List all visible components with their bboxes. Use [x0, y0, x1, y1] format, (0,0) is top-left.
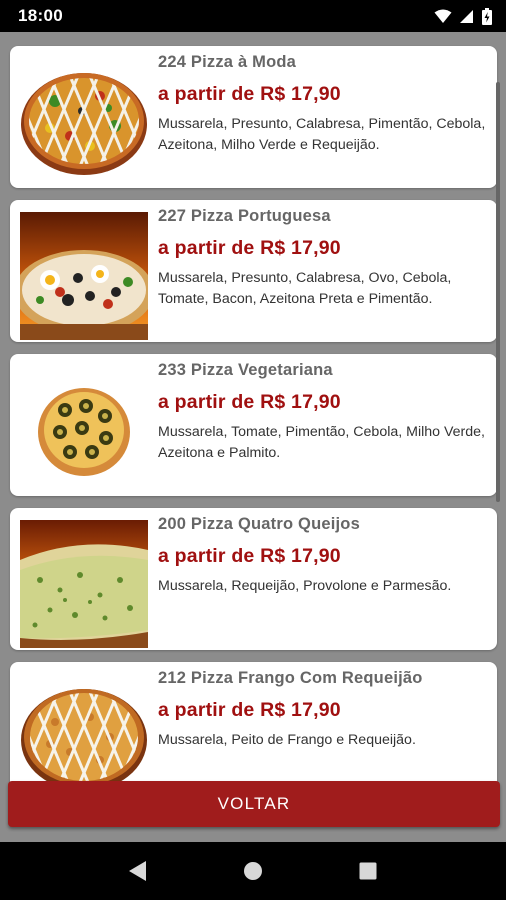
product-title: 233 Pizza Vegetariana	[158, 361, 333, 379]
product-price: a partir de R$ 17,90	[158, 237, 341, 259]
app-area: 224 Pizza à Moda a partir de R$ 17,90 Mu…	[0, 32, 506, 842]
product-description: Mussarela, Presunto, Calabresa, Pimentão…	[158, 116, 486, 153]
nav-recents-button[interactable]	[348, 851, 388, 891]
product-title: 200 Pizza Quatro Queijos	[158, 515, 360, 533]
circle-home-icon	[243, 862, 262, 880]
product-description: Mussarela, Tomate, Pimentão, Cebola, Mil…	[158, 424, 486, 461]
scrollbar[interactable]	[496, 82, 500, 502]
product-card[interactable]: 200 Pizza Quatro Queijos a partir de R$ …	[10, 508, 497, 650]
square-recents-icon	[359, 862, 377, 880]
product-title: 212 Pizza Frango Com Requeijão	[158, 669, 423, 687]
nav-back-button[interactable]	[118, 851, 158, 891]
wifi-icon	[434, 9, 452, 23]
product-price: a partir de R$ 17,90	[158, 391, 341, 413]
product-description: Mussarela, Peito de Frango e Requeijão.	[158, 732, 416, 748]
product-card[interactable]: 233 Pizza Vegetariana a partir de R$ 17,…	[10, 354, 497, 496]
product-description: Mussarela, Requeijão, Provolone e Parmes…	[158, 578, 452, 594]
cell-signal-icon	[460, 9, 473, 23]
product-title: 227 Pizza Portuguesa	[158, 207, 331, 225]
product-description: Mussarela, Presunto, Calabresa, Ovo, Ceb…	[158, 270, 452, 307]
product-card[interactable]: 227 Pizza Portuguesa a partir de R$ 17,9…	[10, 200, 497, 342]
product-title: 224 Pizza à Moda	[158, 53, 297, 71]
navigation-bar	[0, 842, 506, 900]
product-price: a partir de R$ 17,90	[158, 83, 341, 105]
status-time: 18:00	[18, 6, 63, 25]
product-list[interactable]: 224 Pizza à Moda a partir de R$ 17,90 Mu…	[10, 46, 497, 816]
triangle-back-icon	[128, 861, 146, 881]
status-icons	[434, 7, 492, 25]
product-image	[20, 366, 148, 494]
product-card[interactable]: 224 Pizza à Moda a partir de R$ 17,90 Mu…	[10, 46, 497, 188]
product-price: a partir de R$ 17,90	[158, 699, 341, 721]
status-bar: 18:00	[0, 0, 506, 32]
product-image	[20, 212, 148, 340]
back-button[interactable]: VOLTAR	[8, 781, 500, 827]
product-image	[20, 520, 148, 648]
product-price: a partir de R$ 17,90	[158, 545, 341, 567]
product-image	[20, 58, 148, 186]
battery-icon	[482, 7, 492, 25]
nav-home-button[interactable]	[233, 851, 273, 891]
